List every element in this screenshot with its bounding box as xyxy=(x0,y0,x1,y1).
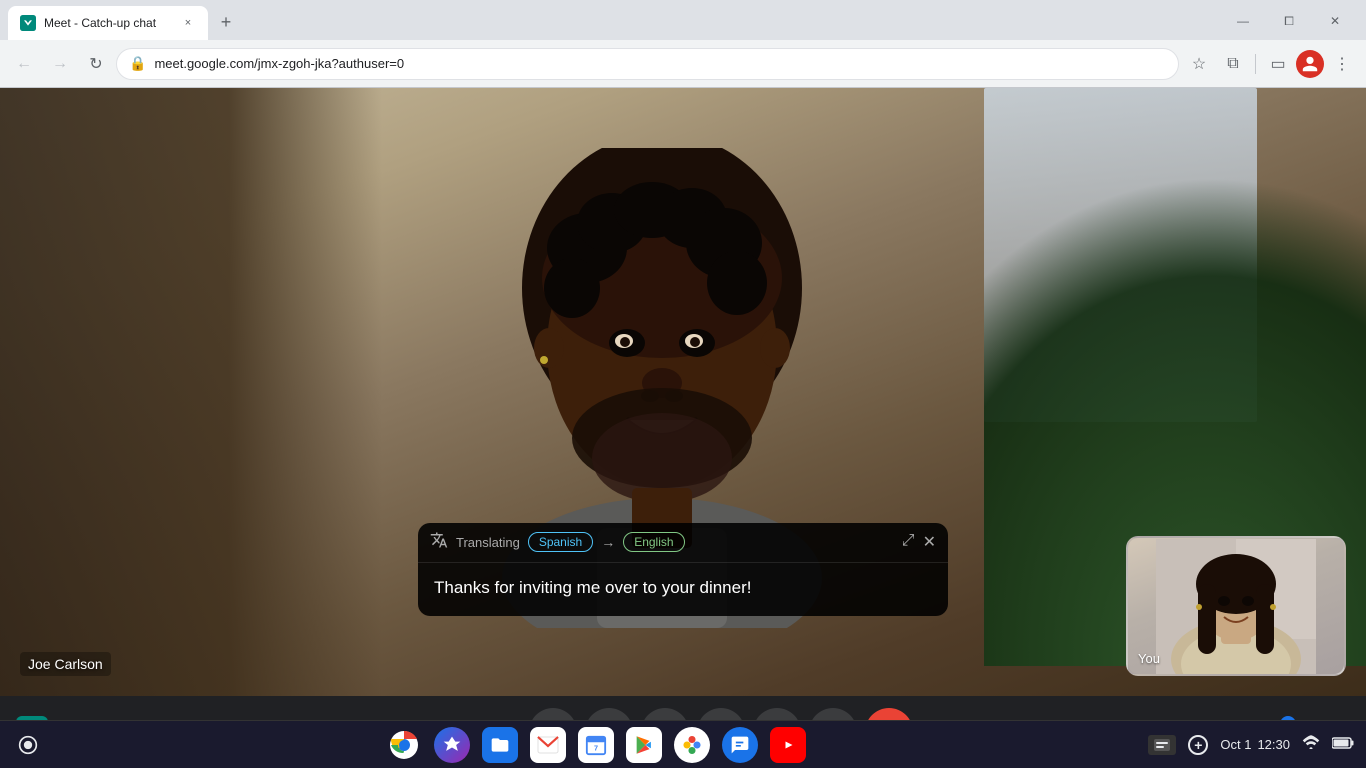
chrome-menu-button[interactable]: ⋮ xyxy=(1326,48,1358,80)
self-person-svg xyxy=(1156,539,1316,674)
self-video: You xyxy=(1126,536,1346,676)
svg-text:7: 7 xyxy=(594,743,598,752)
messages-icon[interactable] xyxy=(722,727,758,763)
screen-record-icon[interactable] xyxy=(12,729,44,761)
gemini-icon[interactable] xyxy=(434,727,470,763)
maximize-button[interactable]: ⧠ xyxy=(1266,6,1312,36)
active-tab[interactable]: Meet - Catch-up chat × xyxy=(8,6,208,40)
window-controls: — ⧠ ✕ xyxy=(1220,6,1358,36)
tab-close-button[interactable]: × xyxy=(180,15,196,31)
forward-button[interactable]: → xyxy=(44,48,76,80)
extension-button[interactable]: ⧉ xyxy=(1217,48,1249,80)
split-view-button[interactable]: ▭ xyxy=(1262,48,1294,80)
time-display: 12:30 xyxy=(1257,737,1290,752)
browser-frame: Meet - Catch-up chat × + — ⧠ ✕ ← → ↻ 🔒 m… xyxy=(0,0,1366,768)
refresh-button[interactable]: ↻ xyxy=(80,48,112,80)
calendar-icon[interactable]: 7 xyxy=(578,727,614,763)
battery-icon[interactable] xyxy=(1332,736,1354,754)
plus-button[interactable]: + xyxy=(1188,735,1208,755)
bookmark-button[interactable]: ☆ xyxy=(1183,48,1215,80)
datetime-display: Oct 1 12:30 xyxy=(1220,737,1290,752)
photos-icon[interactable] xyxy=(674,727,710,763)
translation-arrow: → xyxy=(601,534,615,550)
participant-name: Joe Carlson xyxy=(20,652,111,676)
play-store-icon[interactable] xyxy=(626,727,662,763)
system-tray: + Oct 1 12:30 xyxy=(1148,735,1354,755)
tab-bar: Meet - Catch-up chat × + — ⧠ ✕ xyxy=(0,0,1366,40)
close-translation-button[interactable]: ✕ xyxy=(923,532,936,552)
translation-text: Thanks for inviting me over to your dinn… xyxy=(418,563,948,617)
translate-icon xyxy=(430,531,448,554)
self-label: You xyxy=(1138,651,1160,666)
source-language-badge: Spanish xyxy=(528,532,593,552)
video-area: Joe Carlson Translating Spanish → Englis… xyxy=(0,88,1366,696)
chrome-icon[interactable] xyxy=(386,727,422,763)
main-video: Joe Carlson Translating Spanish → Englis… xyxy=(0,88,1366,696)
browser-toolbar: ← → ↻ 🔒 meet.google.com/jmx-zgoh-jka?aut… xyxy=(0,40,1366,88)
gmail-icon[interactable] xyxy=(530,727,566,763)
captions-tray-icon[interactable] xyxy=(1148,735,1176,755)
translation-actions: ⤢ ✕ xyxy=(902,532,936,552)
back-button[interactable]: ← xyxy=(8,48,40,80)
url-text: meet.google.com/jmx-zgoh-jka?authuser=0 xyxy=(154,56,1166,71)
close-button[interactable]: ✕ xyxy=(1312,6,1358,36)
date-display: Oct 1 xyxy=(1220,737,1251,752)
taskbar: 7 + Oct 1 12:30 xyxy=(0,720,1366,768)
translation-header: Translating Spanish → English ⤢ ✕ xyxy=(418,523,948,563)
youtube-icon[interactable] xyxy=(770,727,806,763)
expand-translation-button[interactable]: ⤢ xyxy=(902,532,915,552)
toolbar-actions: ☆ ⧉ ▭ ⋮ xyxy=(1183,48,1358,80)
wifi-icon[interactable] xyxy=(1302,735,1320,754)
lock-icon: 🔒 xyxy=(129,55,146,72)
tab-favicon xyxy=(20,15,36,31)
minimize-button[interactable]: — xyxy=(1220,6,1266,36)
self-video-background xyxy=(1128,538,1344,674)
tab-title: Meet - Catch-up chat xyxy=(44,16,172,30)
bookshelf xyxy=(0,88,382,696)
translation-overlay: Translating Spanish → English ⤢ ✕ Thanks… xyxy=(418,523,948,617)
profile-button[interactable] xyxy=(1296,50,1324,78)
new-tab-button[interactable]: + xyxy=(212,8,240,36)
address-bar[interactable]: 🔒 meet.google.com/jmx-zgoh-jka?authuser=… xyxy=(116,48,1179,80)
toolbar-divider xyxy=(1255,54,1256,74)
taskbar-app-icons: 7 xyxy=(44,727,1148,763)
files-icon[interactable] xyxy=(482,727,518,763)
translating-label: Translating xyxy=(456,535,520,550)
target-language-badge: English xyxy=(623,532,684,552)
taskbar-left xyxy=(12,729,44,761)
meet-content: Joe Carlson Translating Spanish → Englis… xyxy=(0,88,1366,768)
